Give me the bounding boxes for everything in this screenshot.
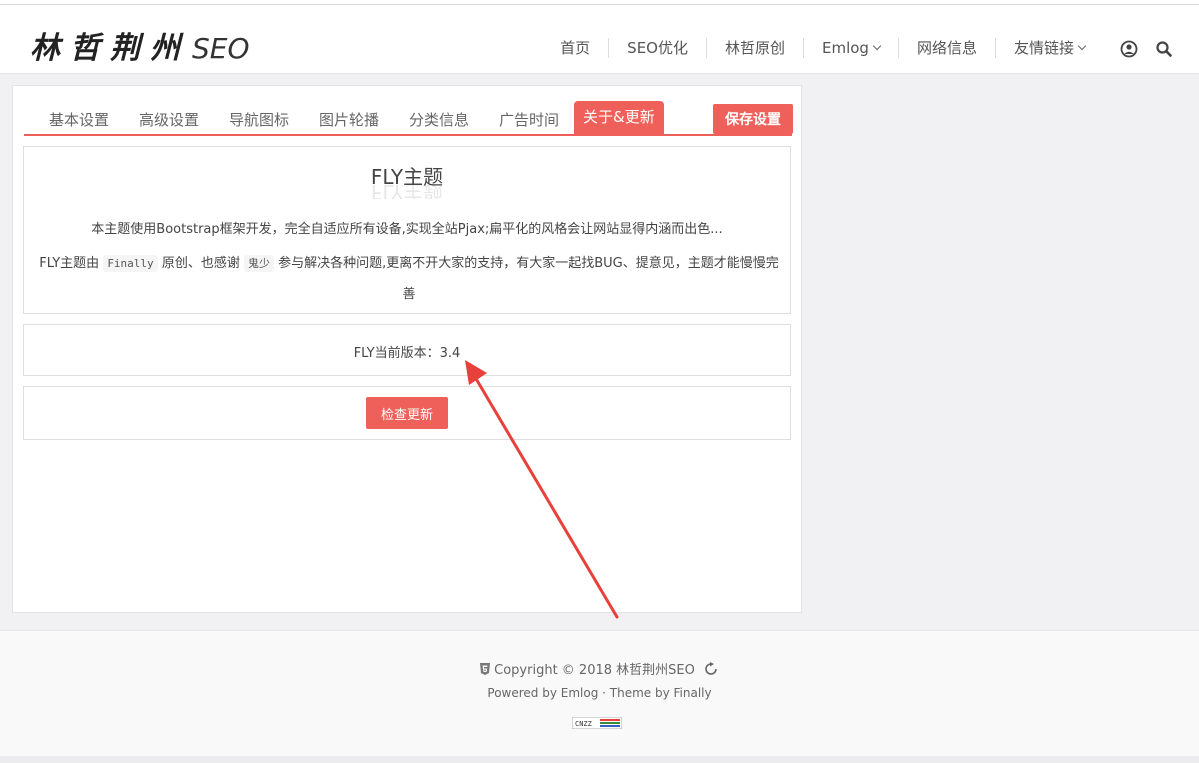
helper-code: 鬼少	[243, 255, 274, 272]
site-logo[interactable]: 林哲荆州 SEO	[30, 23, 250, 66]
credits-text: 原创、也感谢	[161, 256, 240, 271]
copyright-text: Copyright © 2018 林哲荆州SEO	[494, 663, 695, 678]
nav-item-links[interactable]: 友情链接	[994, 38, 1103, 58]
html5-icon	[480, 662, 491, 675]
nav-label: Emlog	[822, 39, 869, 57]
nav-item-original[interactable]: 林哲原创	[705, 38, 803, 58]
search-icon[interactable]	[1155, 40, 1173, 58]
logo-english-text: SEO	[192, 32, 250, 65]
annotation-arrow	[465, 360, 619, 619]
badge-text: CNZZ	[575, 720, 592, 728]
nav-label: SEO优化	[627, 39, 688, 57]
author-code: Finally	[103, 255, 158, 272]
nav-label: 网络信息	[916, 39, 977, 57]
chevron-down-icon	[872, 41, 882, 51]
version-box: FLY当前版本：3.4	[23, 324, 791, 376]
nav-item-emlog[interactable]: Emlog	[803, 38, 898, 58]
user-icon[interactable]	[1120, 40, 1138, 58]
site-header: 林哲荆州 SEO 首页 SEO优化 林哲原创 Emlog 网络信息 友情链接	[0, 5, 1199, 74]
credits-text: 参与解决各种问题,更离不开大家的支持，有大家一起找BUG、提意见，主题才能慢慢完…	[278, 256, 779, 302]
settings-tabs: 基本设置 高级设置 导航图标 图片轮播 分类信息 广告时间 关于&更新 保存设置	[24, 101, 793, 136]
tab-categories[interactable]: 分类信息	[409, 109, 469, 130]
nav-label: 首页	[560, 39, 591, 57]
save-settings-button[interactable]: 保存设置	[713, 104, 793, 134]
tab-basic[interactable]: 基本设置	[49, 109, 109, 130]
tab-about-update[interactable]: 关于&更新	[574, 101, 664, 134]
theme-title-reflection: FLY主题	[370, 185, 444, 199]
nav-item-network[interactable]: 网络信息	[897, 38, 995, 58]
version-text: FLY当前版本：3.4	[353, 346, 461, 361]
chevron-down-icon	[1077, 41, 1087, 51]
nav-label: 林哲原创	[724, 39, 785, 57]
nav-label: 友情链接	[1013, 39, 1074, 57]
bottom-bar	[0, 756, 1199, 763]
theme-description: 本主题使用Bootstrap框架开发，完全自适应所有设备,实现全站Pjax;扁平…	[91, 222, 723, 237]
check-update-button[interactable]: 检查更新	[366, 397, 448, 429]
copyright-line: Copyright © 2018 林哲荆州SEO	[0, 659, 1199, 678]
main-nav: 首页 SEO优化 林哲原创 Emlog 网络信息 友情链接	[542, 35, 1103, 61]
tab-nav-icons[interactable]: 导航图标	[229, 109, 289, 130]
update-box: 检查更新	[23, 386, 791, 440]
powered-by-text: Powered by Emlog · Theme by Finally	[487, 686, 712, 700]
theme-credits: FLY主题由 Finally 原创、也感谢 鬼少 参与解决各种问题,更离不开大家…	[38, 248, 780, 310]
tab-ads[interactable]: 广告时间	[499, 109, 559, 130]
tab-carousel[interactable]: 图片轮播	[319, 109, 379, 130]
nav-item-seo[interactable]: SEO优化	[608, 38, 706, 58]
cnzz-stats-badge[interactable]: CNZZ	[572, 717, 622, 729]
logo-chinese-text: 林哲荆州	[30, 31, 190, 66]
credits-text: FLY主题由	[39, 256, 100, 271]
tab-advanced[interactable]: 高级设置	[139, 109, 199, 130]
settings-panel: 基本设置 高级设置 导航图标 图片轮播 分类信息 广告时间 关于&更新 保存设置…	[12, 85, 802, 613]
site-footer: Copyright © 2018 林哲荆州SEO Powered by Emlo…	[0, 630, 1199, 756]
refresh-icon[interactable]	[703, 661, 719, 676]
about-box: FLY主题 FLY主题 本主题使用Bootstrap框架开发，完全自适应所有设备…	[23, 146, 791, 314]
nav-item-home[interactable]: 首页	[542, 38, 608, 58]
